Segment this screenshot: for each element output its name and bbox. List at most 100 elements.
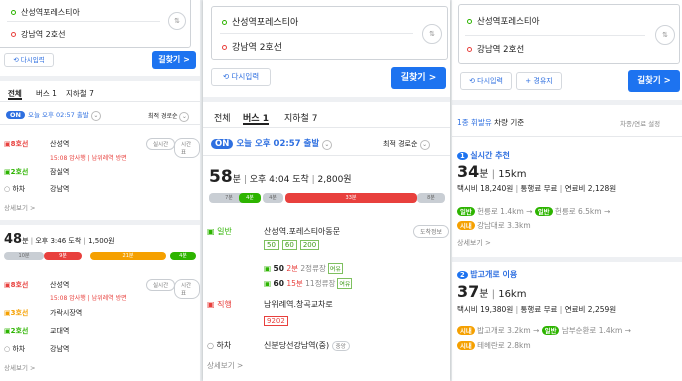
- timetable-button[interactable]: 시간표: [174, 279, 200, 299]
- line2-station: 잠실역: [50, 168, 70, 176]
- car-panel: 산성역포레스티아 강남역 2호선 ⇅ ⟲ 다시입력 + 경유지 길찾기 > 1종…: [452, 0, 682, 381]
- route1-roads-2: 시내 강남대로 3.3km: [457, 220, 531, 231]
- transit-bus-panel: 산성역포레스티아 강남역 2호선 ⇅ ⟲ 다시입력 길찾기 > 전체 버스 1 …: [203, 0, 450, 381]
- swap-icon[interactable]: ⇅: [655, 25, 675, 45]
- detail-link[interactable]: 상세보기 >: [457, 238, 491, 248]
- refresh-icon: ⟲: [13, 56, 21, 64]
- road-segment: 밥고개로 3.2km: [477, 326, 531, 335]
- road-type-badge: 일반: [534, 207, 553, 216]
- line1-station: 산성역: [50, 281, 70, 289]
- reset-label: 다시입력: [20, 56, 45, 64]
- subway-icon: ▣: [4, 168, 11, 176]
- route1-summary: 34분 | 15km: [457, 162, 527, 181]
- alight-station: 강남역: [50, 185, 70, 193]
- line2-station: 가락시장역: [50, 309, 83, 317]
- line3-segment: 21분: [90, 252, 166, 260]
- road-type-badge: 시내: [457, 326, 475, 335]
- destination-dot-icon: [11, 32, 16, 37]
- line1-info: 15:08 암사행 | 남위례역 방면: [50, 155, 127, 162]
- walk-segment: 10분: [4, 252, 44, 260]
- chevron-down-icon: ⌄: [179, 112, 190, 122]
- departure-time[interactable]: ON 오늘 오후 02:57 출발 ⌄: [211, 137, 332, 150]
- destination-text: 강남역 2호선: [21, 30, 66, 39]
- alight-row: ○ 하차: [207, 340, 231, 351]
- duration-minutes: 58: [209, 167, 233, 187]
- destination-field[interactable]: 강남역 2호선: [11, 29, 65, 40]
- alight-label: 하차: [12, 185, 26, 193]
- line2-row: ▣2호선: [4, 167, 28, 177]
- chevron-down-icon: ⌄: [419, 140, 430, 150]
- tab-subway[interactable]: 지하철 7: [66, 88, 94, 99]
- detail-link[interactable]: 상세보기 >: [4, 362, 35, 372]
- origin-field[interactable]: 산성역포레스티아: [467, 15, 540, 27]
- line3-station: 교대역: [50, 327, 70, 335]
- distance: 16km: [498, 289, 527, 300]
- arrival-info-button[interactable]: 도착정보: [413, 225, 450, 238]
- route2-summary: 37분 | 16km: [457, 282, 527, 301]
- fuel-cost: 연료비 2,128원: [564, 184, 617, 193]
- chevron-down-icon: ⌄: [321, 140, 332, 150]
- sort-select[interactable]: 최적 경로순 ⌄: [148, 111, 190, 122]
- bus-type-label: 일반: [217, 227, 232, 236]
- road-segment: 강남대로 3.3km: [477, 221, 531, 230]
- departure-text: 오늘 오후 02:57 출발: [236, 139, 320, 149]
- road-segment: 헌릉로 1.4km: [477, 207, 524, 216]
- route-timeline: 10분 9분 21분 4분: [4, 252, 196, 260]
- tab-bus[interactable]: 버스 1: [243, 111, 269, 125]
- bus-number[interactable]: 200: [299, 240, 320, 250]
- reset-button[interactable]: ⟲ 다시입력: [4, 53, 54, 67]
- waypoint-label: 경유지: [533, 77, 553, 85]
- bus-type-row: ▣ 일반: [207, 226, 232, 237]
- route-summary: 58분 | 오후 4:04 도착 | 2,800원: [209, 167, 352, 187]
- tab-bus[interactable]: 버스 1: [36, 88, 57, 99]
- fuel-cost: 연료비 2,259원: [564, 305, 617, 314]
- destination-field[interactable]: 강남역 2호선: [222, 40, 282, 53]
- bus-number[interactable]: 9202: [264, 316, 288, 326]
- bus-number[interactable]: 60: [281, 240, 297, 250]
- line1-row: ▣8호선: [4, 139, 28, 149]
- route1-title: 1 실시간 추천: [457, 150, 510, 161]
- origin-field[interactable]: 산성역포레스티아: [222, 15, 298, 28]
- line1-row: ▣8호선: [4, 280, 28, 290]
- destination-field[interactable]: 강남역 2호선: [467, 43, 524, 55]
- line2-row: ▣3호선: [4, 308, 28, 318]
- vehicle-settings-link[interactable]: 차종/연료 설정: [620, 118, 660, 128]
- express-bus-segment: 33분: [285, 193, 417, 203]
- sort-select[interactable]: 최적 경로순 ⌄: [383, 139, 430, 150]
- origin-dot-icon: [222, 20, 227, 25]
- detail-link[interactable]: 상세보기 >: [4, 202, 35, 212]
- route1-roads: 일반 헌릉로 1.4km → 일반 헌릉로 6.5km →: [457, 206, 610, 217]
- directions-button[interactable]: 길찾기 >: [628, 70, 680, 92]
- realtime-button[interactable]: 실시간: [146, 138, 176, 150]
- directions-button[interactable]: 길찾기 >: [391, 67, 446, 89]
- swap-icon[interactable]: ⇅: [422, 24, 442, 44]
- directions-button[interactable]: 길찾기 >: [152, 51, 196, 69]
- tab-subway[interactable]: 지하철 7: [284, 111, 317, 124]
- route-input-box: 산성역포레스티아 강남역 2호선 ⇅: [0, 0, 191, 48]
- tab-all[interactable]: 전체: [8, 88, 22, 100]
- distance: 15km: [498, 169, 527, 180]
- transit-all-panel: 산성역포레스티아 강남역 2호선 ⇅ ⟲ 다시입력 길찾기 > 전체 버스 1 …: [0, 0, 200, 381]
- line2-label: 2호선: [10, 168, 29, 176]
- tab-all[interactable]: 전체: [214, 111, 231, 124]
- detail-link[interactable]: 상세보기 >: [207, 360, 243, 371]
- duration-minutes: 34: [457, 162, 480, 181]
- departure-time[interactable]: ON 오늘 오후 02:57 출발 ⌄: [6, 109, 101, 121]
- vehicle-basis-label: 차량 기준: [494, 118, 525, 127]
- timetable-button[interactable]: 시간표: [174, 138, 200, 158]
- reset-button[interactable]: ⟲ 다시입력: [211, 68, 271, 86]
- sort-label: 최적 경로순: [148, 113, 178, 120]
- origin-field[interactable]: 산성역포레스티아: [11, 7, 80, 18]
- reset-button[interactable]: ⟲ 다시입력: [460, 72, 512, 90]
- alight-dot-icon: ○: [207, 341, 217, 350]
- destination-dot-icon: [222, 45, 227, 50]
- route-summary: 48분 | 오후 3:46 도착 | 1,500원: [4, 232, 115, 247]
- destination-text: 강남역 2호선: [232, 43, 282, 53]
- realtime-button[interactable]: 실시간: [146, 279, 176, 291]
- road-segment: 남부순환로 1.4km: [561, 326, 623, 335]
- bus-number[interactable]: 50: [264, 240, 279, 250]
- add-waypoint-button[interactable]: + 경유지: [516, 72, 562, 90]
- swap-icon[interactable]: ⇅: [168, 12, 186, 30]
- route-input-box: 산성역포레스티아 강남역 2호선 ⇅: [211, 6, 448, 60]
- vehicle-basis: 1종 휘발유 차량 기준: [457, 117, 524, 128]
